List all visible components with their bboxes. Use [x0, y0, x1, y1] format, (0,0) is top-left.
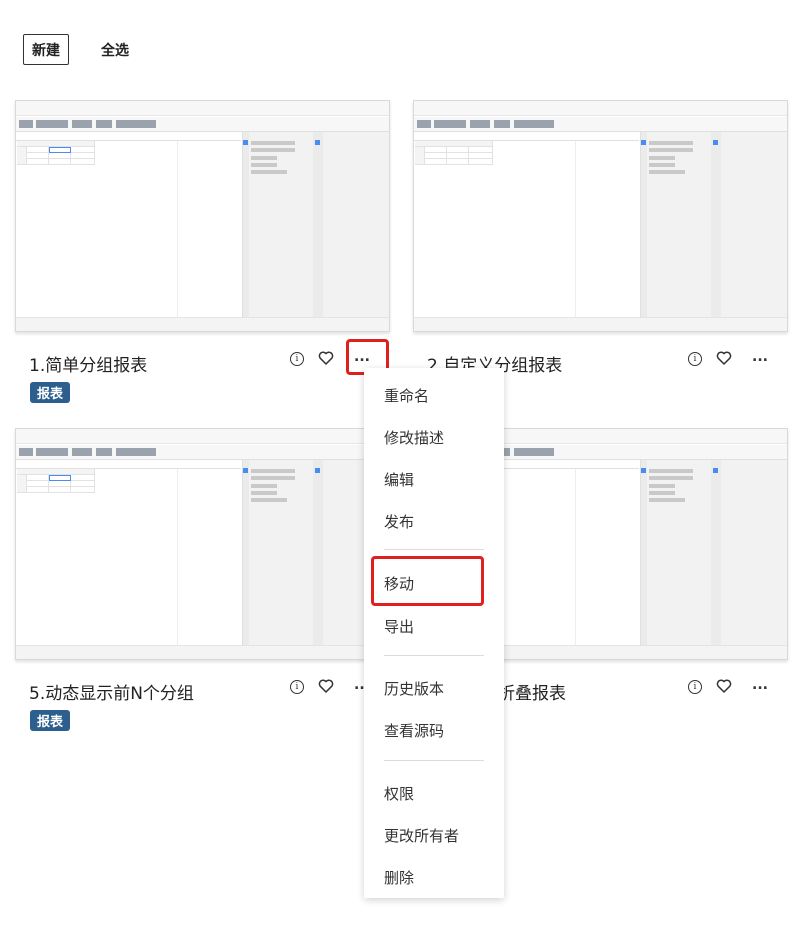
info-icon[interactable]: i: [688, 352, 702, 366]
type-tag: 报表: [30, 382, 71, 403]
menu-item-edit[interactable]: 编辑: [384, 469, 414, 490]
info-icon[interactable]: i: [290, 352, 304, 366]
card-title[interactable]: 1.简单分组报表: [29, 351, 147, 376]
menu-item-export[interactable]: 导出: [384, 616, 414, 637]
more-icon[interactable]: ...: [750, 678, 770, 696]
type-tag: 报表: [30, 710, 71, 731]
menu-divider: [384, 760, 484, 761]
menu-item-publish[interactable]: 发布: [384, 511, 414, 532]
menu-item-view-source[interactable]: 查看源码: [384, 720, 444, 741]
menu-divider: [384, 549, 484, 550]
info-icon[interactable]: i: [290, 680, 304, 694]
heart-icon[interactable]: [716, 350, 732, 366]
menu-item-edit-description[interactable]: 修改描述: [384, 427, 444, 448]
card-title[interactable]: 5.动态显示前N个分组: [29, 679, 194, 704]
highlight-move-item: [371, 556, 484, 606]
menu-item-change-owner[interactable]: 更改所有者: [384, 825, 459, 846]
heart-icon[interactable]: [318, 350, 334, 366]
menu-item-history[interactable]: 历史版本: [384, 678, 444, 699]
context-menu: 重命名 修改描述 编辑 发布 移动 导出 历史版本 查看源码 权限 更改所有者 …: [364, 368, 504, 898]
menu-divider: [384, 655, 484, 656]
select-all-button[interactable]: 全选: [101, 34, 129, 65]
more-icon[interactable]: ...: [750, 350, 770, 368]
report-thumbnail[interactable]: [15, 100, 390, 332]
info-icon[interactable]: i: [688, 680, 702, 694]
heart-icon[interactable]: [716, 678, 732, 694]
report-thumbnail[interactable]: [413, 100, 788, 332]
menu-item-rename[interactable]: 重命名: [384, 385, 429, 406]
menu-item-delete[interactable]: 删除: [384, 867, 414, 888]
new-button[interactable]: 新建: [23, 34, 69, 65]
report-thumbnail[interactable]: [15, 428, 390, 660]
heart-icon[interactable]: [318, 678, 334, 694]
menu-item-permissions[interactable]: 权限: [384, 783, 414, 804]
